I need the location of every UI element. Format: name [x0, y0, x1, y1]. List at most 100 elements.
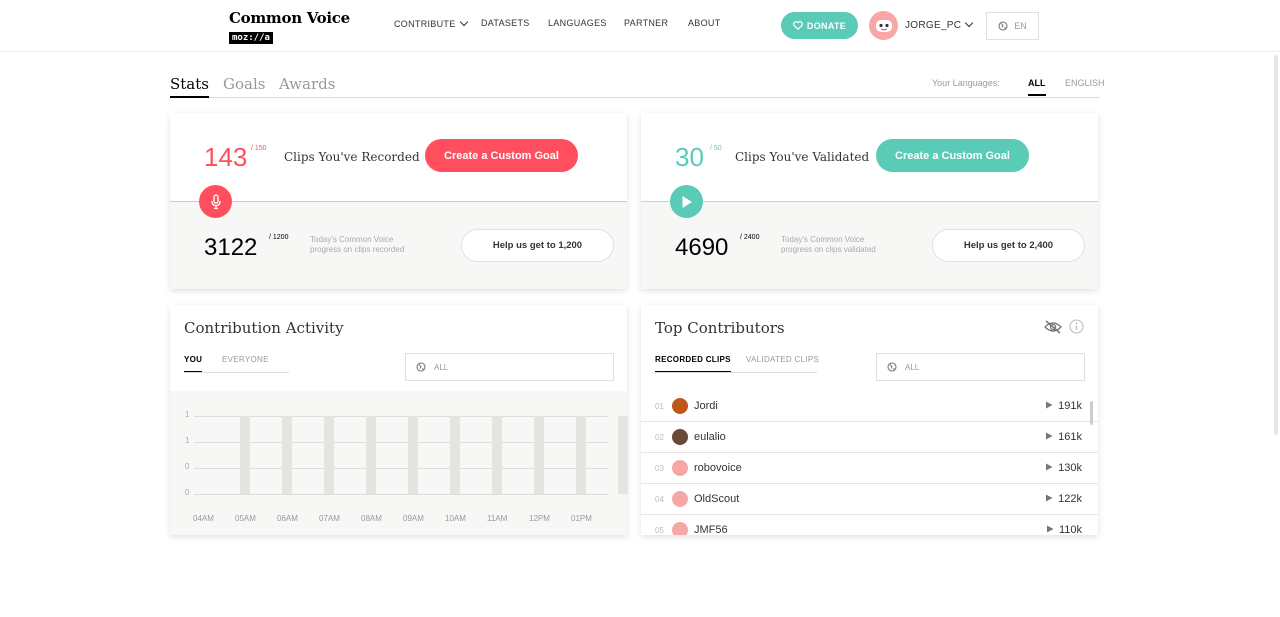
play-icon	[1046, 494, 1053, 502]
donate-label: DONATE	[806, 20, 847, 31]
play-icon	[682, 195, 692, 208]
common-voice-logo[interactable]: Common Voice moz://a	[229, 9, 350, 45]
nav-partner[interactable]: PARTNER	[624, 18, 668, 28]
contributor-avatar	[672, 522, 688, 535]
chart-bar	[240, 416, 250, 494]
card-divider	[641, 201, 1098, 202]
contributor-avatar	[672, 460, 688, 476]
dashboard-tabs: Stats Goals Awards Your Languages: ALL E…	[170, 75, 1105, 98]
page-scrollbar[interactable]	[1274, 55, 1278, 435]
list-scrollbar[interactable]	[1090, 401, 1093, 425]
chart-gridline	[194, 416, 608, 417]
mozilla-logo: moz://a	[229, 32, 273, 44]
table-row[interactable]: 02 eulalio 161k	[641, 422, 1098, 453]
tab-stats[interactable]: Stats	[170, 75, 209, 98]
y-tick-label: 0	[185, 462, 190, 471]
x-tick-label: 12PM	[529, 514, 550, 523]
contributor-name: robovoice	[694, 462, 742, 474]
nav-contribute[interactable]: CONTRIBUTE	[394, 17, 468, 29]
chart-bar	[324, 416, 334, 494]
x-tick-label: 09AM	[403, 514, 424, 523]
today-recorded-text-1: Today's Common Voice	[310, 235, 394, 244]
y-tick-label: 1	[185, 410, 190, 419]
chart-plot: 1 1 0 0 04AM 05AM 06AM 07AM 08AM 09AM 10AM 11AM 12PM…	[170, 391, 628, 535]
contributor-name: eulalio	[694, 431, 726, 443]
contributor-count-value: 130k	[1058, 462, 1082, 474]
create-goal-button[interactable]: Create a Custom Goal	[876, 139, 1029, 172]
contributor-name: JMF56	[694, 524, 728, 535]
x-tick-label: 05AM	[235, 514, 256, 523]
x-tick-label: 07AM	[319, 514, 340, 523]
chart-bar	[534, 416, 544, 494]
today-validated-count: 4690	[675, 234, 729, 261]
username-label: JORGE_PC	[905, 20, 962, 31]
nav-datasets[interactable]: DATASETS	[481, 18, 530, 28]
nav-languages[interactable]: LANGUAGES	[548, 18, 607, 28]
contributor-count-value: 191k	[1058, 400, 1082, 412]
nav-about[interactable]: ABOUT	[688, 18, 721, 28]
chart-bar	[450, 416, 460, 494]
table-row[interactable]: 04 OldScout 122k	[641, 484, 1098, 515]
language-option-all[interactable]: ALL	[1028, 78, 1046, 96]
x-tick-label: 06AM	[277, 514, 298, 523]
create-goal-button[interactable]: Create a Custom Goal	[425, 139, 578, 172]
contributors-list: 01 Jordi 191k 02 eulalio 161k 03 robovoice 130k 0…	[641, 391, 1098, 535]
validated-goal: / 50	[710, 145, 722, 152]
tab-awards[interactable]: Awards	[279, 75, 335, 93]
language-option-english[interactable]: ENGLISH	[1065, 78, 1105, 88]
table-row[interactable]: 01 Jordi 191k	[641, 391, 1098, 422]
tab-goals[interactable]: Goals	[223, 75, 265, 93]
contributor-count: 161k	[1045, 431, 1082, 443]
info-icon[interactable]	[1069, 319, 1084, 334]
subtab-everyone[interactable]: EVERYONE	[222, 355, 269, 364]
locale-selector[interactable]: EN	[986, 12, 1039, 40]
user-menu[interactable]: JORGE_PC	[905, 18, 974, 31]
validated-clips-card: 30 / 50 Clips You've Validated Create a …	[641, 113, 1098, 289]
validated-label: Clips You've Validated	[735, 150, 870, 164]
language-filter-select[interactable]: ALL	[876, 353, 1085, 381]
recorded-count: 143	[204, 142, 248, 172]
play-icon	[1046, 525, 1054, 533]
subtab-validated-clips[interactable]: VALIDATED CLIPS	[746, 355, 819, 364]
today-recorded-count: 3122	[204, 234, 258, 261]
chart-bar	[492, 416, 502, 494]
activity-chart: 1 1 0 0 04AM 05AM 06AM 07AM 08AM 09AM 10AM 11AM 12PM…	[170, 391, 628, 535]
contributor-rank: 02	[655, 432, 664, 442]
chevron-down-icon	[459, 17, 468, 27]
donate-button[interactable]: DONATE	[781, 12, 858, 39]
contributor-count: 110k	[1046, 524, 1082, 535]
contributor-count-value: 122k	[1058, 493, 1082, 505]
top-navigation: Common Voice moz://a CONTRIBUTE DATASETS…	[0, 0, 1280, 52]
nav-contribute-label: CONTRIBUTE	[394, 19, 456, 29]
play-button[interactable]	[670, 185, 703, 218]
locale-label: EN	[1014, 21, 1027, 31]
table-row[interactable]: 03 robovoice 130k	[641, 453, 1098, 484]
subtab-underline	[655, 372, 817, 373]
x-tick-label: 01PM	[571, 514, 592, 523]
help-us-button[interactable]: Help us get to 1,200	[461, 229, 614, 262]
contributor-rank: 04	[655, 494, 664, 504]
avatar[interactable]	[869, 11, 898, 40]
contributor-rank: 05	[655, 525, 664, 535]
chart-bar	[408, 416, 418, 494]
globe-icon	[998, 21, 1008, 31]
contributor-rank: 03	[655, 463, 664, 473]
subtab-underline	[184, 372, 289, 373]
today-validated-text-2: progress on clips validated	[781, 245, 876, 254]
hide-visibility-icon[interactable]	[1044, 320, 1062, 334]
subtab-recorded-clips[interactable]: RECORDED CLIPS	[655, 355, 731, 372]
record-button[interactable]	[199, 185, 232, 218]
chevron-down-icon	[965, 18, 974, 28]
contributor-avatar	[672, 429, 688, 445]
validated-count: 30	[675, 142, 704, 172]
table-row[interactable]: 05 JMF56 110k	[641, 515, 1098, 535]
logo-title: Common Voice	[229, 9, 350, 27]
subtab-you[interactable]: YOU	[184, 355, 203, 372]
x-tick-label: 10AM	[445, 514, 466, 523]
chart-bar	[618, 416, 628, 494]
top-contributors-card: Top Contributors RECORDED CLIPS VALIDATE…	[641, 305, 1098, 535]
chart-bar	[576, 416, 586, 494]
help-us-button[interactable]: Help us get to 2,400	[932, 229, 1085, 262]
chart-bar	[366, 416, 376, 494]
language-filter-select[interactable]: ALL	[405, 353, 614, 381]
